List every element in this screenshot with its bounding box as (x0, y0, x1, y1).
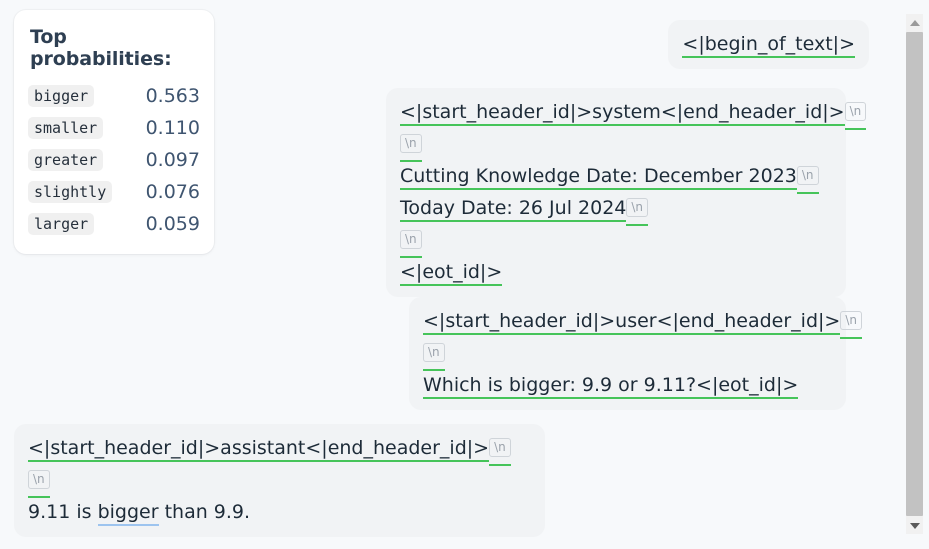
top-probabilities-card: Top probabilities: bigger 0.563 smaller … (14, 10, 214, 254)
token-eot-id[interactable]: <|eot_id|> (400, 261, 503, 286)
token-line: <|start_header_id|>assistant<|end_header… (28, 434, 531, 466)
probability-value: 0.097 (145, 149, 200, 171)
token-user-header[interactable]: <|start_header_id|>user<|end_header_id|> (423, 310, 841, 335)
probability-value: 0.059 (145, 213, 200, 235)
token-line: \n (28, 466, 531, 498)
token-answer-selected[interactable]: bigger (97, 501, 159, 526)
token-line: Today Date: 26 Jul 2024 \n (400, 194, 832, 226)
chevron-down-icon (909, 522, 920, 529)
probability-row[interactable]: smaller 0.110 (28, 112, 200, 144)
newline-chip: \n (840, 311, 862, 330)
newline-chip: \n (626, 198, 649, 217)
token-answer-suffix[interactable]: than 9.9. (159, 501, 250, 524)
token-answer-prefix[interactable]: 9.11 is (28, 501, 98, 524)
token-line: Which is bigger: 9.9 or 9.11?<|eot_id|> (423, 371, 832, 400)
token-user-question[interactable]: Which is bigger: 9.9 or 9.11?<|eot_id|> (423, 374, 799, 399)
token-line: \n (400, 130, 832, 162)
probability-token: smaller (28, 117, 104, 139)
probability-value: 0.563 (145, 85, 200, 107)
probability-token: bigger (28, 85, 95, 107)
probability-row[interactable]: slightly 0.076 (28, 176, 200, 208)
newline-chip: \n (28, 470, 50, 489)
newline-token-wrapper[interactable]: \n (400, 130, 422, 162)
token-line: <|begin_of_text|> (682, 30, 855, 59)
newline-token-wrapper[interactable]: \n (28, 466, 50, 498)
token-line: <|start_header_id|>system<|end_header_id… (400, 98, 867, 130)
system-message-bubble: <|start_header_id|>system<|end_header_id… (386, 88, 867, 297)
token-line: \n (423, 339, 832, 371)
begin-of-text-bubble: <|begin_of_text|> (668, 20, 869, 69)
scrollbar-thumb[interactable] (906, 32, 923, 516)
probability-row[interactable]: greater 0.097 (28, 144, 200, 176)
probability-token: greater (28, 149, 104, 171)
token-assistant-header[interactable]: <|start_header_id|>assistant<|end_header… (28, 437, 490, 462)
scroll-up-button[interactable] (906, 14, 923, 31)
newline-token-wrapper[interactable]: \n (400, 226, 422, 258)
token-line: 9.11 is bigger than 9.9. (28, 498, 531, 527)
vertical-scrollbar[interactable] (906, 14, 923, 534)
probability-row[interactable]: bigger 0.563 (28, 80, 200, 112)
newline-token-wrapper[interactable]: \n (626, 194, 649, 226)
assistant-message-bubble: <|start_header_id|>assistant<|end_header… (14, 424, 545, 537)
newline-token-wrapper[interactable]: \n (489, 434, 511, 466)
newline-token-wrapper[interactable]: \n (796, 162, 819, 194)
user-message-bubble: <|start_header_id|>user<|end_header_id|>… (409, 297, 862, 410)
token-line: Cutting Knowledge Date: December 2023 \n (400, 162, 832, 194)
probability-value: 0.110 (145, 117, 200, 139)
token-today-date[interactable]: Today Date: 26 Jul 2024 (400, 197, 627, 222)
token-begin-of-text[interactable]: <|begin_of_text|> (682, 33, 855, 58)
chevron-up-icon (909, 19, 920, 26)
token-line: \n (400, 226, 832, 258)
newline-chip: \n (489, 438, 511, 457)
newline-chip: \n (796, 166, 819, 185)
newline-chip: \n (423, 343, 445, 362)
probability-token: slightly (28, 181, 113, 203)
newline-token-wrapper[interactable]: \n (840, 307, 862, 339)
newline-chip: \n (844, 102, 867, 121)
top-probabilities-title: Top probabilities: (30, 26, 172, 70)
token-line: <|eot_id|> (400, 258, 832, 287)
scroll-viewport: Top probabilities: bigger 0.563 smaller … (0, 0, 888, 549)
probability-value: 0.076 (145, 181, 200, 203)
newline-token-wrapper[interactable]: \n (423, 339, 445, 371)
probability-token: larger (28, 213, 95, 235)
newline-token-wrapper[interactable]: \n (844, 98, 867, 130)
scroll-down-button[interactable] (906, 517, 923, 534)
newline-chip: \n (400, 230, 422, 249)
probability-row[interactable]: larger 0.059 (28, 208, 200, 240)
newline-chip: \n (400, 134, 422, 153)
token-system-header[interactable]: <|start_header_id|>system<|end_header_id… (400, 101, 845, 126)
token-cutting-knowledge-date[interactable]: Cutting Knowledge Date: December 2023 (400, 165, 797, 190)
token-line: <|start_header_id|>user<|end_header_id|>… (423, 307, 862, 339)
